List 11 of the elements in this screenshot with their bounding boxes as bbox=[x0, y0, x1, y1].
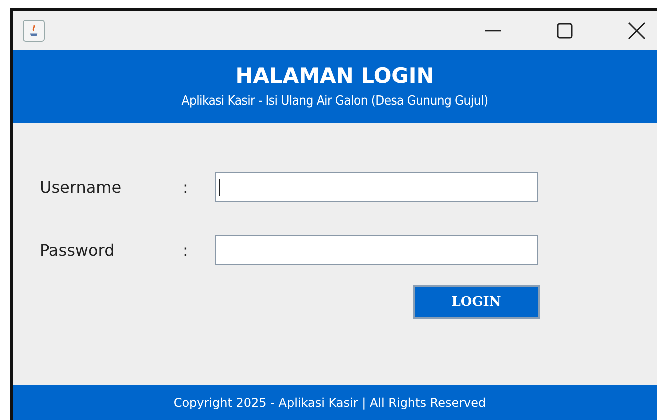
login-button[interactable]: LOGIN bbox=[413, 285, 540, 319]
input-field[interactable] bbox=[215, 172, 538, 202]
footer-text: Copyright 2025 - Aplikasi Kasir | All Rights Reserved bbox=[13, 385, 657, 420]
field-label: Password bbox=[40, 240, 116, 260]
colon-separator: : bbox=[183, 178, 190, 196]
colon-separator: : bbox=[183, 240, 190, 260]
page-title: HALAMAN LOGIN bbox=[236, 64, 434, 88]
input-field[interactable] bbox=[215, 235, 538, 265]
field-label: Username bbox=[40, 178, 123, 196]
app-icon[interactable] bbox=[23, 20, 45, 42]
page-subtitle: Aplikasi Kasir - Isi Ulang Air Galon (Desa Gunung Gujul) bbox=[182, 94, 488, 109]
